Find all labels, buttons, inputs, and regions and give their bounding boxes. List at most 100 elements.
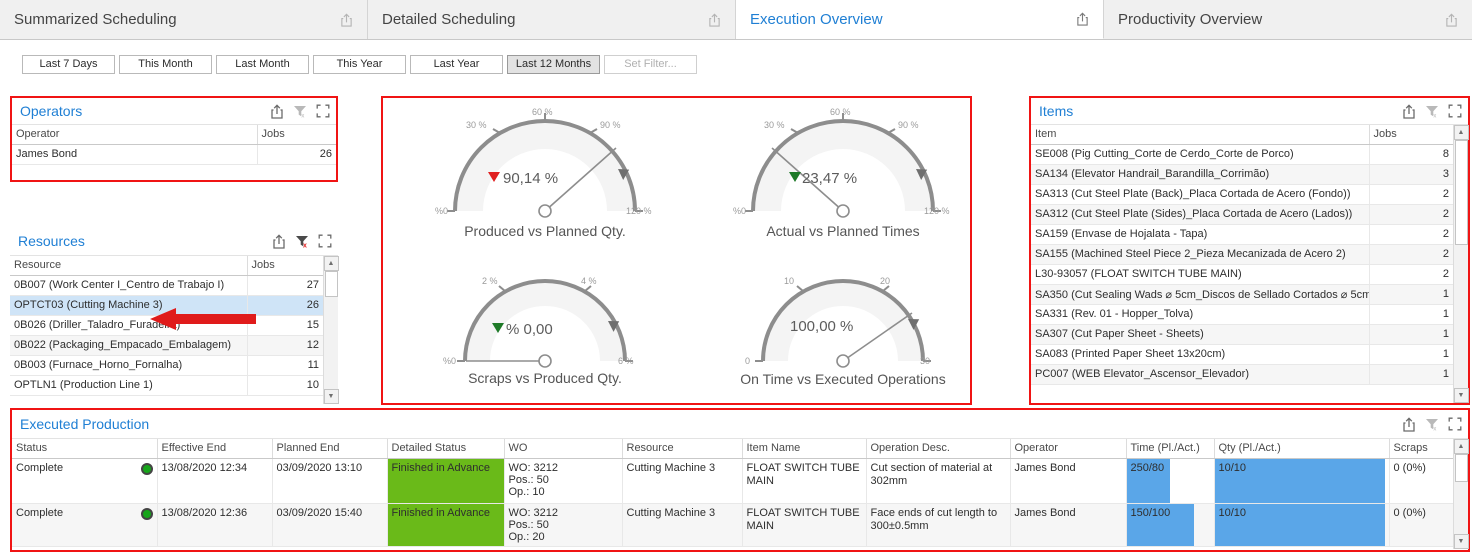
filter-clear-icon[interactable]: x: [293, 104, 307, 118]
table-row[interactable]: 0B022 (Packaging_Empacado_Embalagem) 12: [10, 335, 323, 355]
cell-jobs: 1: [1369, 344, 1453, 364]
table-header-row: Status Effective End Planned End Detaile…: [12, 439, 1453, 458]
column-header-time[interactable]: Time (Pl./Act.): [1126, 439, 1214, 458]
resources-panel-header: Resources x: [10, 227, 338, 256]
table-row[interactable]: SA307 (Cut Paper Sheet - Sheets)1: [1031, 324, 1453, 344]
time-value: 150/100: [1131, 507, 1171, 519]
tab-detailed-scheduling[interactable]: Detailed Scheduling: [368, 0, 736, 39]
table-row[interactable]: SA159 (Envase de Hojalata - Tapa)2: [1031, 224, 1453, 244]
column-header-resource[interactable]: Resource: [10, 256, 247, 275]
cell-effective-end: 13/08/2020 12:36: [157, 503, 272, 546]
column-header-operation-desc[interactable]: Operation Desc.: [866, 439, 1010, 458]
executed-production-vertical-scrollbar[interactable]: ▲ ▼: [1453, 439, 1468, 549]
column-header-jobs[interactable]: Jobs: [247, 256, 323, 275]
scroll-thumb[interactable]: [325, 271, 338, 297]
export-icon[interactable]: [668, 13, 721, 27]
cell-jobs: 2: [1369, 184, 1453, 204]
cell-effective-end: 13/08/2020 12:34: [157, 458, 272, 503]
filter-button-set-filter[interactable]: Set Filter...: [604, 55, 697, 74]
tab-summarized-scheduling[interactable]: Summarized Scheduling: [0, 0, 368, 39]
column-header-item[interactable]: Item: [1031, 125, 1369, 144]
items-vertical-scrollbar[interactable]: ▲ ▼: [1453, 125, 1468, 403]
column-header-jobs[interactable]: Jobs: [257, 125, 336, 144]
table-row[interactable]: OPTCT03 (Cutting Machine 3) 26: [10, 295, 323, 315]
table-row[interactable]: James Bond 26: [12, 144, 336, 164]
export-icon[interactable]: [1402, 104, 1416, 119]
tab-label: Execution Overview: [750, 11, 883, 28]
table-row[interactable]: SA083 (Printed Paper Sheet 13x20cm)1: [1031, 344, 1453, 364]
filter-button-last-7-days[interactable]: Last 7 Days: [22, 55, 115, 74]
cell-item: L30-93057 (FLOAT SWITCH TUBE MAIN): [1031, 264, 1369, 284]
table-row[interactable]: SA312 (Cut Steel Plate (Sides)_Placa Cor…: [1031, 204, 1453, 224]
cell-detailed-status: Finished in Advance: [387, 503, 504, 546]
cell-planned-end: 03/09/2020 13:10: [272, 458, 387, 503]
expand-icon[interactable]: [1448, 417, 1462, 431]
column-header-detailed-status[interactable]: Detailed Status: [387, 439, 504, 458]
table-row[interactable]: SE008 (Pig Cutting_Corte de Cerdo_Corte …: [1031, 144, 1453, 164]
resources-vertical-scrollbar[interactable]: ▲ ▼: [323, 256, 338, 404]
expand-icon[interactable]: [316, 104, 330, 118]
export-icon[interactable]: [1402, 417, 1416, 432]
scroll-up-button[interactable]: ▲: [1454, 439, 1469, 454]
filter-button-last-month[interactable]: Last Month: [216, 55, 309, 74]
table-row[interactable]: 0B007 (Work Center I_Centro de Trabajo I…: [10, 275, 323, 295]
scroll-down-button[interactable]: ▼: [1454, 534, 1469, 549]
column-header-operator[interactable]: Operator: [12, 125, 257, 144]
filter-button-this-year[interactable]: This Year: [313, 55, 406, 74]
cell-operator: James Bond: [1010, 458, 1126, 503]
table-row[interactable]: SA313 (Cut Steel Plate (Back)_Placa Cort…: [1031, 184, 1453, 204]
table-row[interactable]: PC007 (WEB Elevator_Ascensor_Elevador)1: [1031, 364, 1453, 384]
filter-button-this-month[interactable]: This Month: [119, 55, 212, 74]
cell-jobs: 11: [247, 355, 323, 375]
filter-button-last-year[interactable]: Last Year: [410, 55, 503, 74]
table-row[interactable]: Complete 13/08/2020 12:36 03/09/2020 15:…: [12, 503, 1453, 546]
column-header-jobs[interactable]: Jobs: [1369, 125, 1453, 144]
table-row[interactable]: 0B003 (Furnace_Horno_Fornalha) 11: [10, 355, 323, 375]
expand-icon[interactable]: [1448, 104, 1462, 118]
column-header-effective-end[interactable]: Effective End: [157, 439, 272, 458]
table-row[interactable]: Complete 13/08/2020 12:34 03/09/2020 13:…: [12, 458, 1453, 503]
cell-item: SA350 (Cut Sealing Wads ⌀ 5cm_Discos de …: [1031, 284, 1369, 304]
export-icon[interactable]: [1036, 12, 1089, 26]
expand-icon[interactable]: [318, 234, 332, 248]
column-header-resource[interactable]: Resource: [622, 439, 742, 458]
scroll-down-button[interactable]: ▼: [1454, 388, 1469, 403]
gauge-grid: %0 30 % 60 % 90 % 120 % 90,14 % Produced…: [383, 98, 970, 403]
scroll-thumb[interactable]: [1455, 454, 1468, 482]
gauge-tick-120: 120 %: [924, 206, 950, 216]
scroll-up-button[interactable]: ▲: [1454, 125, 1469, 140]
column-header-scraps[interactable]: Scraps: [1389, 439, 1453, 458]
table-row[interactable]: OPTLN1 (Production Line 1) 10: [10, 375, 323, 395]
cell-resource: OPTLN1 (Production Line 1): [10, 375, 247, 395]
gauge-tick-90: 90 %: [898, 120, 919, 130]
export-icon[interactable]: [300, 13, 353, 27]
tab-execution-overview[interactable]: Execution Overview: [736, 0, 1104, 39]
column-header-planned-end[interactable]: Planned End: [272, 439, 387, 458]
column-header-status[interactable]: Status: [12, 439, 157, 458]
column-header-item-name[interactable]: Item Name: [742, 439, 866, 458]
export-icon[interactable]: [272, 234, 286, 249]
table-row[interactable]: SA134 (Elevator Handrail_Barandilla_Corr…: [1031, 164, 1453, 184]
scroll-down-button[interactable]: ▼: [324, 389, 339, 404]
column-header-qty[interactable]: Qty (Pl./Act.): [1214, 439, 1389, 458]
cell-jobs: 1: [1369, 364, 1453, 384]
column-header-wo[interactable]: WO: [504, 439, 622, 458]
filter-clear-icon[interactable]: x: [1425, 417, 1439, 431]
export-icon[interactable]: [270, 104, 284, 119]
table-row[interactable]: 0B026 (Driller_Taladro_Furadeira) 15: [10, 315, 323, 335]
cell-time: 250/80: [1126, 458, 1214, 503]
export-icon[interactable]: [1405, 13, 1458, 27]
filter-clear-icon[interactable]: x: [295, 234, 309, 248]
table-row[interactable]: SA155 (Machined Steel Piece 2_Pieza Meca…: [1031, 244, 1453, 264]
table-row[interactable]: L30-93057 (FLOAT SWITCH TUBE MAIN)2: [1031, 264, 1453, 284]
filter-clear-icon[interactable]: x: [1425, 104, 1439, 118]
column-header-operator[interactable]: Operator: [1010, 439, 1126, 458]
tab-productivity-overview[interactable]: Productivity Overview: [1104, 0, 1472, 39]
operators-panel: Operators x Operator Jobs: [10, 96, 338, 182]
table-row[interactable]: SA331 (Rev. 01 - Hopper_Tolva)1: [1031, 304, 1453, 324]
filter-button-last-12-months[interactable]: Last 12 Months: [507, 55, 600, 74]
table-row[interactable]: SA350 (Cut Sealing Wads ⌀ 5cm_Discos de …: [1031, 284, 1453, 304]
scroll-up-button[interactable]: ▲: [324, 256, 339, 271]
panel-title: Items: [1039, 103, 1073, 119]
scroll-thumb[interactable]: [1455, 140, 1468, 245]
